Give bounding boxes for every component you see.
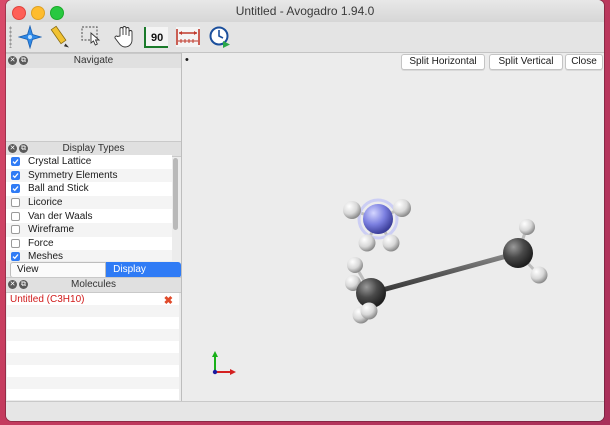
display-types-panel-title: Display Types	[62, 143, 125, 154]
hydrogen-atom[interactable]	[530, 266, 548, 284]
list-row-empty	[7, 317, 179, 329]
molecules-panel-header: ✕ ⧉ Molecules	[6, 277, 181, 293]
display-type-crystal-lattice[interactable]: Crystal Lattice	[6, 155, 172, 169]
list-row-empty	[7, 329, 179, 341]
draw-tool-icon[interactable]	[46, 24, 74, 50]
navigate-tool-icon[interactable]	[16, 24, 44, 50]
window-title: Untitled - Avogadro 1.94.0	[235, 4, 375, 18]
checkbox-unchecked[interactable]	[11, 238, 20, 248]
hydrogen-atom[interactable]	[393, 199, 411, 217]
display-type-label: Ball and Stick	[28, 183, 89, 195]
hydrogen-atom[interactable]	[343, 201, 361, 219]
display-type-label: Force	[28, 237, 54, 249]
hydrogen-atom[interactable]	[347, 257, 363, 273]
list-row-empty	[7, 377, 179, 389]
display-types-list: Crystal Lattice Symmetry Elements Ball a…	[6, 155, 172, 261]
display-type-label: Licorice	[28, 197, 63, 209]
nitrogen-atom[interactable]	[363, 204, 393, 234]
hydrogen-atom[interactable]	[358, 234, 376, 252]
checkbox-checked[interactable]	[11, 170, 20, 180]
molecules-panel-title: Molecules	[70, 279, 117, 290]
carbon-carbon-bond	[368, 250, 521, 296]
hydrogen-atom[interactable]	[519, 219, 535, 235]
select-tool-icon[interactable]	[78, 24, 106, 50]
3d-viewport[interactable]: • Split Horizontal Split Vertical Close	[182, 53, 604, 401]
hydrogen-atom[interactable]	[360, 302, 378, 320]
navigate-panel-header: ✕ ⧉ Navigate	[6, 53, 181, 69]
display-type-label: Crystal Lattice	[28, 156, 92, 168]
axis-indicator	[212, 351, 236, 375]
list-row-empty	[7, 353, 179, 365]
hydrogen-atom[interactable]	[382, 234, 400, 252]
display-type-label: Van der Waals	[28, 210, 93, 222]
checkbox-checked[interactable]	[11, 184, 20, 194]
molecule-row[interactable]: Untitled (C3H10) ✖	[7, 293, 179, 308]
display-types-scrollbar[interactable]	[173, 156, 178, 260]
scrollbar-thumb[interactable]	[173, 158, 178, 230]
display-type-ball-and-stick[interactable]: Ball and Stick	[6, 182, 172, 196]
toolbar: 90	[6, 22, 604, 53]
molecule-name: Untitled (C3H10)	[10, 293, 85, 305]
molecule-render[interactable]	[182, 53, 604, 401]
tab-view-configuration[interactable]: View Configuration	[10, 262, 107, 289]
list-row-empty	[7, 365, 179, 377]
checkbox-unchecked[interactable]	[11, 211, 20, 221]
display-tabs: View Configuration Display Types	[10, 262, 181, 289]
checkbox-checked[interactable]	[11, 157, 20, 167]
status-bar	[6, 401, 604, 421]
measure-tool-icon[interactable]: 90	[142, 24, 170, 50]
manipulate-tool-icon[interactable]	[110, 24, 138, 50]
display-type-meshes[interactable]: Meshes	[6, 250, 172, 261]
display-type-licorice[interactable]: Licorice	[6, 195, 172, 210]
navigate-panel-title: Navigate	[73, 55, 114, 66]
display-type-label: Wireframe	[28, 224, 75, 236]
auto-optimize-tool-icon[interactable]	[206, 24, 234, 50]
list-row-empty	[7, 305, 179, 317]
display-type-force[interactable]: Force	[6, 237, 172, 251]
display-type-symmetry-elements[interactable]: Symmetry Elements	[6, 168, 172, 183]
title-bar: Untitled - Avogadro 1.94.0	[6, 0, 604, 23]
checkbox-unchecked[interactable]	[11, 198, 20, 208]
checkbox-unchecked[interactable]	[11, 225, 20, 235]
app-window: Untitled - Avogadro 1.94.0 90 ✕ ⧉ Naviga…	[6, 0, 604, 421]
carbon-atom[interactable]	[503, 238, 533, 268]
measure-tool-label: 90	[151, 32, 163, 44]
align-tool-icon[interactable]	[174, 24, 202, 50]
display-type-label: Meshes	[28, 251, 64, 261]
list-row-empty	[7, 341, 179, 353]
navigate-panel-body	[6, 68, 181, 141]
tab-display-types[interactable]: Display Types	[106, 262, 181, 289]
toolbar-grip[interactable]	[9, 26, 12, 48]
display-type-van-der-waals[interactable]: Van der Waals	[6, 209, 172, 223]
left-dock-area: ✕ ⧉ Navigate ✕ ⧉ Display Types Crystal L…	[6, 53, 182, 401]
display-type-label: Symmetry Elements	[28, 169, 118, 181]
display-type-wireframe[interactable]: Wireframe	[6, 222, 172, 237]
checkbox-checked[interactable]	[11, 252, 20, 261]
molecules-list: Untitled (C3H10) ✖	[7, 293, 179, 400]
